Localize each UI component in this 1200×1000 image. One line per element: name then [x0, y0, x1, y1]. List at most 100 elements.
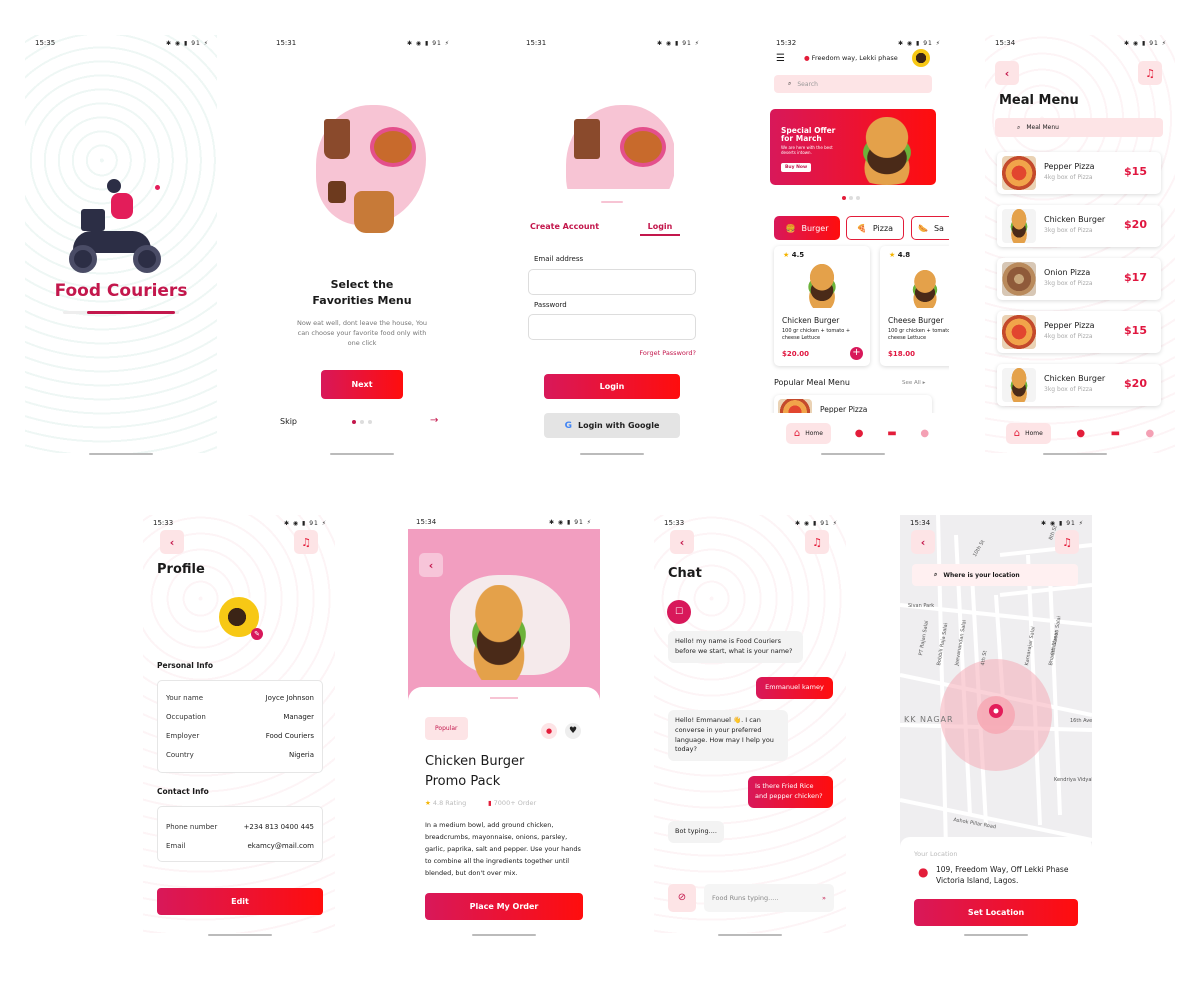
info-value: Joyce Johnson — [265, 694, 314, 702]
user-message: Is there Fried Rice and pepper chicken? — [748, 776, 833, 808]
send-icon[interactable]: » — [822, 894, 826, 902]
info-row: Country Nigeria — [166, 751, 314, 759]
buy-now-button[interactable]: Buy Now — [781, 163, 812, 172]
arrow-right-icon[interactable]: → — [430, 415, 438, 426]
edit-avatar-icon[interactable]: ✎ — [251, 628, 263, 640]
status-bar: 15:32 ✱ ◉ ▮ 91 ⚡ — [776, 39, 941, 47]
info-row: Your name Joyce Johnson — [166, 694, 314, 702]
login-button[interactable]: Login — [544, 374, 680, 399]
location-pin-icon: ● — [918, 865, 929, 879]
google-login-button[interactable]: G Login with Google — [544, 413, 680, 438]
status-bar: 15:34 ✱ ◉ ▮ 91 ⚡ — [995, 39, 1167, 47]
food-image — [1002, 368, 1036, 402]
burger-icon: 🍔 — [785, 223, 796, 233]
status-bar: 15:33 ✱ ◉ ▮ 91 ⚡ — [153, 519, 327, 527]
search-input[interactable]: ⌕ Search — [774, 75, 932, 93]
password-field[interactable] — [528, 314, 696, 340]
avatar[interactable] — [912, 49, 930, 67]
map-pin-button[interactable]: ● — [541, 723, 557, 739]
location-label: Your Location — [914, 850, 958, 858]
bell-icon[interactable]: ♫ — [1138, 61, 1162, 85]
offer-title: Special Offer for March — [781, 126, 836, 143]
food-name: Pepper Pizza — [1044, 162, 1095, 171]
food-price: $20 — [1124, 218, 1147, 231]
info-value: +234 813 0400 445 — [243, 823, 314, 831]
category-sandwich[interactable]: 🌭 Sa — [911, 216, 949, 240]
category-burger[interactable]: 🍔 Burger — [774, 216, 840, 240]
loading-bar — [63, 311, 179, 314]
info-key: Occupation — [166, 713, 206, 721]
cart-icon[interactable]: ▬ — [887, 428, 896, 439]
message-input[interactable]: Food Runs typing.....» — [704, 884, 834, 912]
info-value: Manager — [283, 713, 314, 721]
food-sub: 4kg box of Pizza — [1044, 333, 1093, 340]
back-button[interactable]: ‹ — [911, 530, 935, 554]
attach-button[interactable]: ⊘ — [668, 884, 696, 912]
edit-button[interactable]: Edit — [157, 888, 323, 915]
chat-screen: 15:33 ✱ ◉ ▮ 91 ⚡ ‹ ♫ Chat ☐ Hello! my nam… — [654, 515, 846, 933]
place-order-button[interactable]: Place My Order — [425, 893, 583, 920]
location-search-input[interactable]: ⌕ Where is your location — [912, 564, 1078, 586]
search-icon: ⌕ — [934, 571, 938, 578]
info-row: Email ekamcy@mail.com — [166, 842, 314, 850]
nav-home[interactable]: ⌂ Home — [1005, 422, 1051, 444]
skip-link[interactable]: Skip — [280, 417, 297, 426]
chat-icon[interactable]: ● — [920, 428, 929, 439]
meal-menu-screen: 15:34 ✱ ◉ ▮ 91 ⚡ ‹ ♫ Meal Menu ⌕ Meal Menu… — [985, 35, 1175, 453]
info-key: Country — [166, 751, 194, 759]
status-bar: 15:33 ✱ ◉ ▮ 91 ⚡ — [664, 519, 838, 527]
menu-item[interactable]: Chicken Burger 3kg box of Pizza $20 — [997, 205, 1161, 247]
onboarding-title: Select the Favorities Menu — [312, 278, 412, 307]
menu-item[interactable]: Chicken Burger 3kg box of Pizza $20 — [997, 364, 1161, 406]
brand-name: Food Couriers — [54, 281, 188, 301]
user-icon[interactable]: ● — [855, 428, 864, 439]
menu-item[interactable]: Onion Pizza 3kg box of Pizza $17 — [997, 258, 1161, 300]
set-location-button[interactable]: Set Location — [914, 899, 1078, 926]
special-offer-banner[interactable]: Special Offer for March We are here with… — [770, 109, 936, 185]
chat-icon[interactable]: ● — [1146, 428, 1155, 439]
nav-home[interactable]: ⌂ Home — [785, 422, 831, 444]
search-input[interactable]: ⌕ Meal Menu — [995, 118, 1163, 137]
scooter-illustration — [67, 175, 177, 275]
bell-icon[interactable]: ♫ — [1055, 530, 1079, 554]
back-button[interactable]: ‹ — [160, 530, 184, 554]
user-icon[interactable]: ● — [1076, 428, 1085, 439]
food-detail-screen: 15:34 ✱ ◉ ▮ 91 ⚡ ‹ Popular ● ♥ Chicken Bu… — [408, 515, 600, 933]
menu-item[interactable]: Pepper Pizza 4kg box of Pizza $15 — [997, 152, 1161, 194]
food-card[interactable]: ★ 4.5 Chicken Burger 100 gr chicken + to… — [774, 246, 870, 366]
back-button[interactable]: ‹ — [670, 530, 694, 554]
info-row: Employer Food Couriers — [166, 732, 314, 740]
detail-sheet: Popular ● ♥ Chicken Burger Promo Pack ★ 4… — [408, 687, 600, 933]
email-field[interactable] — [528, 269, 696, 295]
food-sub: 3kg box of Pizza — [1044, 280, 1093, 287]
tab-login[interactable]: Login — [640, 222, 680, 236]
next-button[interactable]: Next — [321, 370, 403, 399]
location-text[interactable]: ● Freedom way, Lekki phase — [804, 54, 898, 62]
tab-create-account[interactable]: Create Account — [530, 222, 599, 231]
food-card[interactable]: ★ 4.8 Cheese Burger 100 gr chicken + tom… — [880, 246, 949, 366]
see-all-link[interactable]: See All ▸ — [902, 380, 925, 386]
add-button[interactable]: + — [850, 347, 863, 360]
food-sub: 3kg box of Pizza — [1044, 227, 1093, 234]
heart-icon[interactable]: ♥ — [565, 723, 581, 739]
info-key: Employer — [166, 732, 200, 740]
burger-image — [838, 117, 936, 185]
back-button[interactable]: ‹ — [419, 553, 443, 577]
bell-icon[interactable]: ♫ — [294, 530, 318, 554]
bell-icon[interactable]: ♫ — [805, 530, 829, 554]
menu-icon[interactable]: ☰ — [776, 53, 785, 64]
info-row: Occupation Manager — [166, 713, 314, 721]
food-price: $20.00 — [782, 350, 810, 358]
rating: ★ 4.8 Rating — [425, 799, 467, 807]
back-button[interactable]: ‹ — [995, 61, 1019, 85]
cart-icon[interactable]: ▬ — [1111, 428, 1120, 439]
page-title: Chat — [668, 566, 702, 581]
food-image — [1002, 209, 1036, 243]
forgot-password-link[interactable]: Forget Password? — [639, 349, 696, 357]
menu-item[interactable]: Pepper Pizza 4kg box of Pizza $15 — [997, 311, 1161, 353]
street-label: KK NAGAR — [904, 715, 954, 724]
page-indicator — [352, 420, 372, 424]
category-pizza[interactable]: 🍕 Pizza — [846, 216, 904, 240]
info-value: Food Couriers — [265, 732, 314, 740]
location-value: 109, Freedom Way, Off Lekki Phase Victor… — [936, 865, 1069, 885]
